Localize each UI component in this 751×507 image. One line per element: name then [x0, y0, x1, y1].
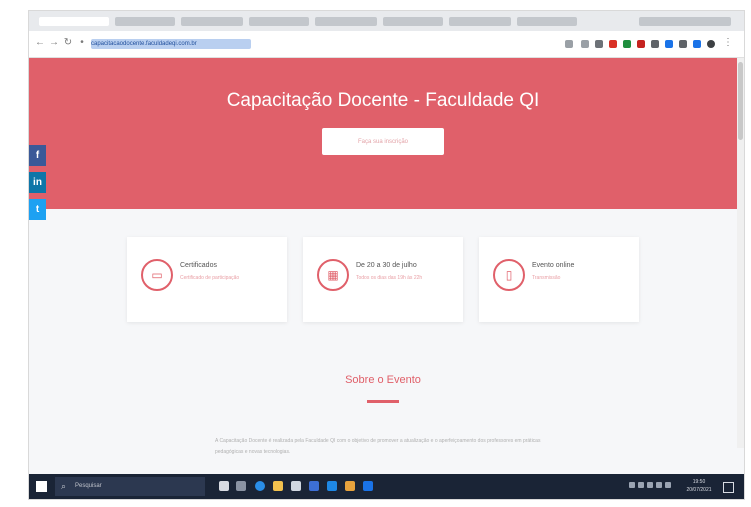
- task-view-icon[interactable]: [219, 481, 229, 491]
- browser-tab[interactable]: [383, 17, 443, 26]
- hero-title: Capacitação Docente - Faculdade QI: [226, 90, 540, 111]
- about-section-title: Sobre o Evento: [345, 374, 421, 386]
- twitter-icon: t: [35, 204, 40, 215]
- extension-icon[interactable]: [623, 40, 631, 48]
- twitter-share-button[interactable]: t: [29, 199, 46, 220]
- volume-icon[interactable]: [647, 482, 653, 488]
- notification-icon[interactable]: [723, 482, 734, 493]
- card-subtitle: Transmissão: [532, 275, 561, 281]
- card-title: Evento online: [532, 262, 575, 269]
- menu-dots-icon[interactable]: ⋮: [723, 38, 733, 48]
- edge-browser-icon[interactable]: [255, 481, 265, 491]
- linkedin-icon: in: [33, 177, 42, 188]
- card-title: De 20 a 30 de julho: [356, 262, 417, 269]
- info-card: ▯ Evento online Transmissão: [479, 237, 639, 322]
- section-divider: [367, 400, 399, 403]
- lock-icon: •: [80, 37, 84, 48]
- linkedin-share-button[interactable]: in: [29, 172, 46, 193]
- browser-tab[interactable]: [639, 17, 731, 26]
- app-icon[interactable]: [309, 481, 319, 491]
- extension-icon[interactable]: [595, 40, 603, 48]
- extension-icon[interactable]: [679, 40, 687, 48]
- forward-arrow-icon[interactable]: →: [49, 38, 59, 48]
- browser-tab-strip: [29, 11, 744, 31]
- search-icon: ⌕: [61, 481, 67, 491]
- extension-icon[interactable]: [693, 40, 701, 48]
- address-bar-input[interactable]: capacitacaodocente.faculdadeqi.com.br: [91, 39, 251, 49]
- facebook-icon: f: [35, 150, 40, 161]
- scrollbar-thumb[interactable]: [738, 62, 743, 140]
- calendar-icon: ▦: [317, 259, 349, 291]
- windows-start-button[interactable]: [36, 481, 47, 492]
- windows-taskbar: ⌕ Pesquisar 19:50 20/07/2021: [29, 474, 744, 499]
- card-subtitle: Todos os dias das 19h às 22h: [356, 275, 423, 281]
- extension-icon[interactable]: [609, 40, 617, 48]
- hero-banner: Capacitação Docente - Faculdade QI Faça …: [29, 58, 737, 209]
- file-explorer-icon[interactable]: [273, 481, 283, 491]
- reload-icon[interactable]: ↻: [63, 38, 73, 48]
- browser-toolbar: ← → ↻ • capacitacaodocente.faculdadeqi.c…: [29, 31, 744, 58]
- back-arrow-icon[interactable]: ←: [35, 38, 45, 48]
- browser-tab[interactable]: [517, 17, 577, 26]
- clock-date: 20/07/2021: [686, 487, 712, 493]
- share-icon[interactable]: [581, 40, 589, 48]
- language-icon[interactable]: [665, 482, 671, 488]
- browser-tab[interactable]: [39, 17, 109, 26]
- online-event-icon: ▯: [493, 259, 525, 291]
- taskbar-clock[interactable]: 19:50 20/07/2021: [681, 478, 717, 494]
- widgets-icon[interactable]: [236, 481, 246, 491]
- certificate-icon: ▭: [141, 259, 173, 291]
- info-card: ▦ De 20 a 30 de julho Todos os dias das …: [303, 237, 463, 322]
- about-paragraph: A Capacitação Docente é realizada pela F…: [215, 438, 541, 455]
- browser-tab[interactable]: [449, 17, 511, 26]
- card-title: Certificados: [180, 262, 217, 269]
- browser-tab[interactable]: [115, 17, 175, 26]
- extension-icon[interactable]: [651, 40, 659, 48]
- search-placeholder: Pesquisar: [75, 483, 102, 489]
- bookmark-star-icon[interactable]: [565, 40, 573, 48]
- facebook-share-button[interactable]: f: [29, 145, 46, 166]
- info-card: ▭ Certificados Certificado de participaç…: [127, 237, 287, 322]
- battery-icon[interactable]: [656, 482, 662, 488]
- card-subtitle: Certificado de participação: [180, 275, 240, 281]
- extension-icon[interactable]: [637, 40, 645, 48]
- app-icon[interactable]: [363, 481, 373, 491]
- network-icon[interactable]: [638, 482, 644, 488]
- mail-icon[interactable]: [327, 481, 337, 491]
- chrome-icon[interactable]: [345, 481, 355, 491]
- profile-avatar[interactable]: [707, 40, 715, 48]
- chevron-up-icon[interactable]: [629, 482, 635, 488]
- store-icon[interactable]: [291, 481, 301, 491]
- taskbar-search-box[interactable]: ⌕ Pesquisar: [55, 477, 205, 496]
- system-tray[interactable]: [629, 482, 677, 490]
- browser-tab[interactable]: [249, 17, 309, 26]
- page-scrollbar[interactable]: [737, 58, 744, 448]
- browser-tab[interactable]: [181, 17, 243, 26]
- register-button[interactable]: Faça sua inscrição: [322, 128, 444, 155]
- desktop-screen: ← → ↻ • capacitacaodocente.faculdadeqi.c…: [28, 10, 745, 500]
- extension-icon[interactable]: [665, 40, 673, 48]
- browser-tab[interactable]: [315, 17, 377, 26]
- clock-time: 19:50: [692, 479, 706, 485]
